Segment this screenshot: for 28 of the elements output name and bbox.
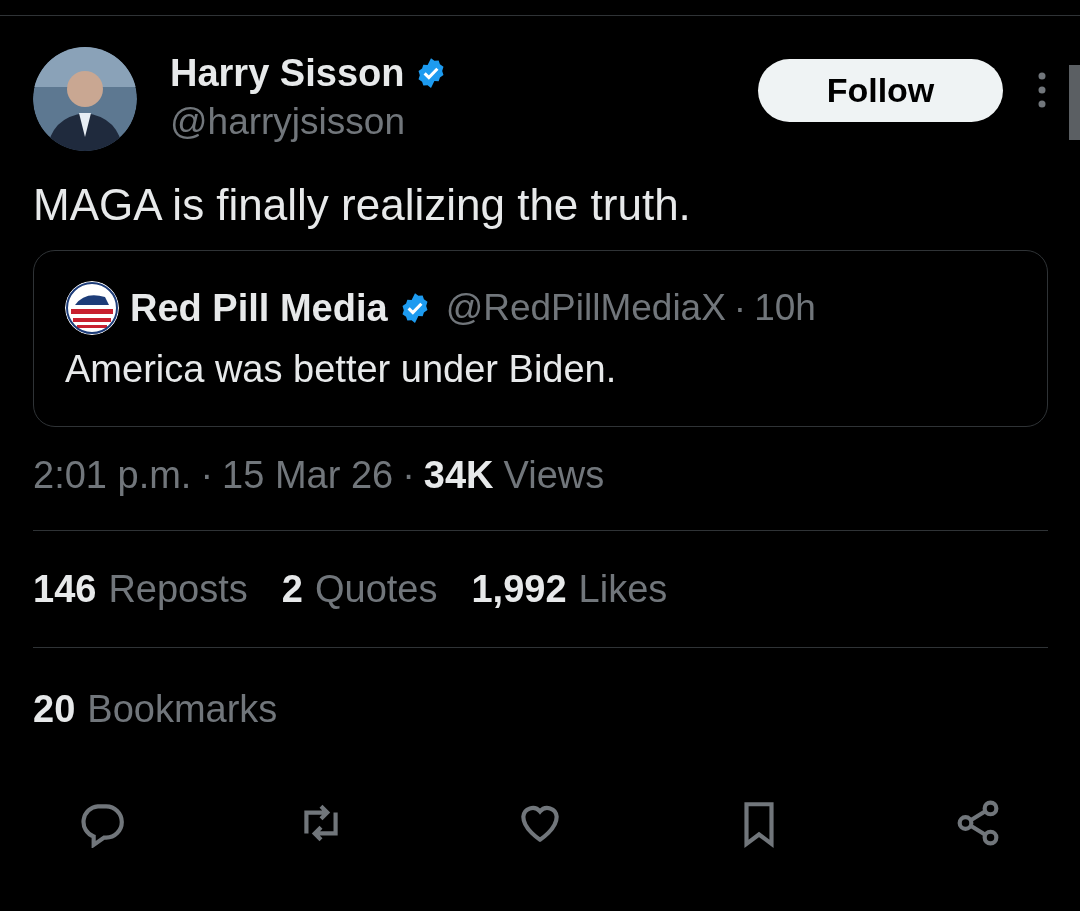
quote-author-handle: @RedPillMediaX bbox=[445, 286, 726, 330]
avatar[interactable] bbox=[33, 47, 137, 151]
quoted-post-card[interactable]: Red Pill Media @RedPillMediaX · 10h America was better under Biden. bbox=[33, 250, 1048, 427]
post-text: MAGA is finally realizing the truth. bbox=[33, 179, 692, 231]
separator-dot: · bbox=[200, 453, 214, 498]
views-count: 34K bbox=[423, 453, 494, 498]
quote-text: America was better under Biden. bbox=[65, 346, 618, 392]
stat-label[interactable]: Reposts bbox=[108, 560, 248, 618]
stat-label[interactable]: Likes bbox=[578, 560, 668, 618]
post-date[interactable]: 15 Mar 26 bbox=[222, 450, 394, 500]
author-handle[interactable]: @harryjsisson bbox=[170, 97, 449, 147]
separator-dot: · bbox=[402, 453, 415, 498]
quote-time: 10h bbox=[754, 286, 816, 330]
post-time[interactable]: 2:01 p.m. bbox=[33, 450, 192, 500]
bookmarks-label[interactable]: Bookmarks bbox=[87, 680, 278, 738]
separator-dot: · bbox=[733, 286, 747, 330]
stat-count[interactable]: 1,992 bbox=[471, 560, 567, 618]
quote-author-name: Red Pill Media bbox=[130, 285, 388, 331]
views-label: Views bbox=[503, 453, 605, 498]
bookmarks-count[interactable]: 20 bbox=[33, 680, 76, 738]
author-name[interactable]: Harry Sisson bbox=[170, 49, 405, 97]
more-icon[interactable] bbox=[1037, 72, 1047, 108]
stat-count[interactable]: 146 bbox=[33, 560, 97, 618]
follow-button[interactable]: Follow bbox=[758, 59, 1003, 122]
scrollbar[interactable] bbox=[1069, 65, 1080, 140]
stat-count[interactable]: 2 bbox=[281, 560, 303, 618]
stat-label[interactable]: Quotes bbox=[314, 560, 438, 618]
quote-avatar bbox=[65, 280, 119, 335]
